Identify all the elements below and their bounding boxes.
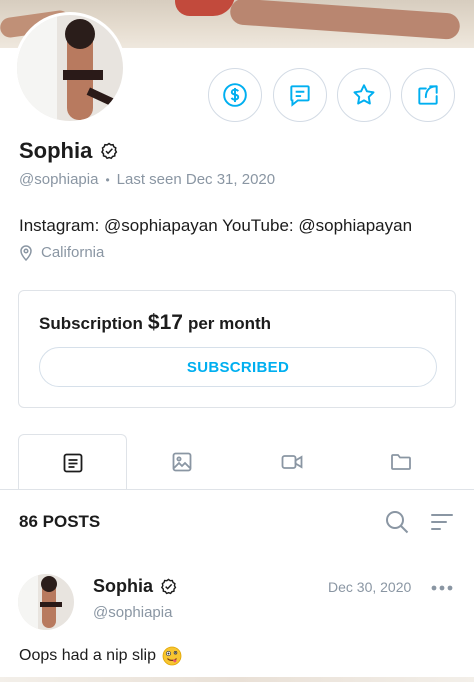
share-icon <box>418 85 438 105</box>
post-text: Oops had a nip slip <box>19 646 182 666</box>
profile-name: Sophia <box>19 138 93 163</box>
tip-button[interactable] <box>208 68 262 122</box>
tab-posts[interactable] <box>18 434 127 490</box>
photo-icon <box>172 452 191 472</box>
last-seen: Last seen Dec 31, 2020 <box>116 171 276 188</box>
next-post-preview <box>0 677 474 682</box>
subscription-label: Subscription <box>39 314 143 333</box>
profile-avatar[interactable] <box>14 12 126 124</box>
post-text-content: Oops had a nip slip <box>19 647 156 664</box>
tab-videos[interactable] <box>237 434 346 490</box>
profile-location: California <box>19 244 104 261</box>
favorite-button[interactable] <box>337 68 391 122</box>
search-icon[interactable] <box>384 509 410 535</box>
profile-bio: Instagram: @sophiapayan YouTube: @sophia… <box>19 216 413 235</box>
posts-count: 86 POSTS <box>19 512 101 531</box>
video-icon <box>281 455 302 469</box>
folder-icon <box>390 454 411 470</box>
tab-photos[interactable] <box>127 434 236 490</box>
profile-tabs <box>0 434 474 490</box>
profile-handle: @sophiapia <box>19 171 99 188</box>
subscription-price: $17 <box>147 311 183 334</box>
profile-meta: @sophiapia • Last seen Dec 31, 2020 <box>19 171 275 188</box>
subscribed-button[interactable]: SUBSCRIBED <box>39 347 437 387</box>
profile-name-row: Sophia <box>19 138 118 164</box>
tabs-divider <box>0 489 474 490</box>
message-button[interactable] <box>273 68 327 122</box>
location-label: California <box>41 244 105 261</box>
tab-archive[interactable] <box>346 434 455 490</box>
more-options-icon[interactable] <box>431 585 453 591</box>
sort-icon[interactable] <box>429 510 455 534</box>
location-pin-icon <box>20 244 32 261</box>
verified-icon <box>160 578 177 595</box>
verified-icon <box>101 142 118 160</box>
dollar-circle-icon <box>223 83 247 107</box>
subscription-period: per month <box>187 314 272 333</box>
posts-icon <box>63 453 82 472</box>
subscription-title: Subscription $17 per month <box>39 311 271 335</box>
star-icon <box>353 84 375 105</box>
zany-face-emoji-icon <box>162 646 182 666</box>
subscription-card: Subscription $17 per month SUBSCRIBED <box>18 290 456 408</box>
post-author-avatar[interactable] <box>18 574 74 630</box>
post-author-row: Sophia <box>93 576 177 597</box>
message-icon <box>290 85 310 107</box>
post-date: Dec 30, 2020 <box>328 579 412 595</box>
post-author-name[interactable]: Sophia <box>93 576 153 597</box>
share-button[interactable] <box>401 68 455 122</box>
post-author-handle[interactable]: @sophiapia <box>93 604 172 621</box>
separator-dot: • <box>105 172 110 187</box>
